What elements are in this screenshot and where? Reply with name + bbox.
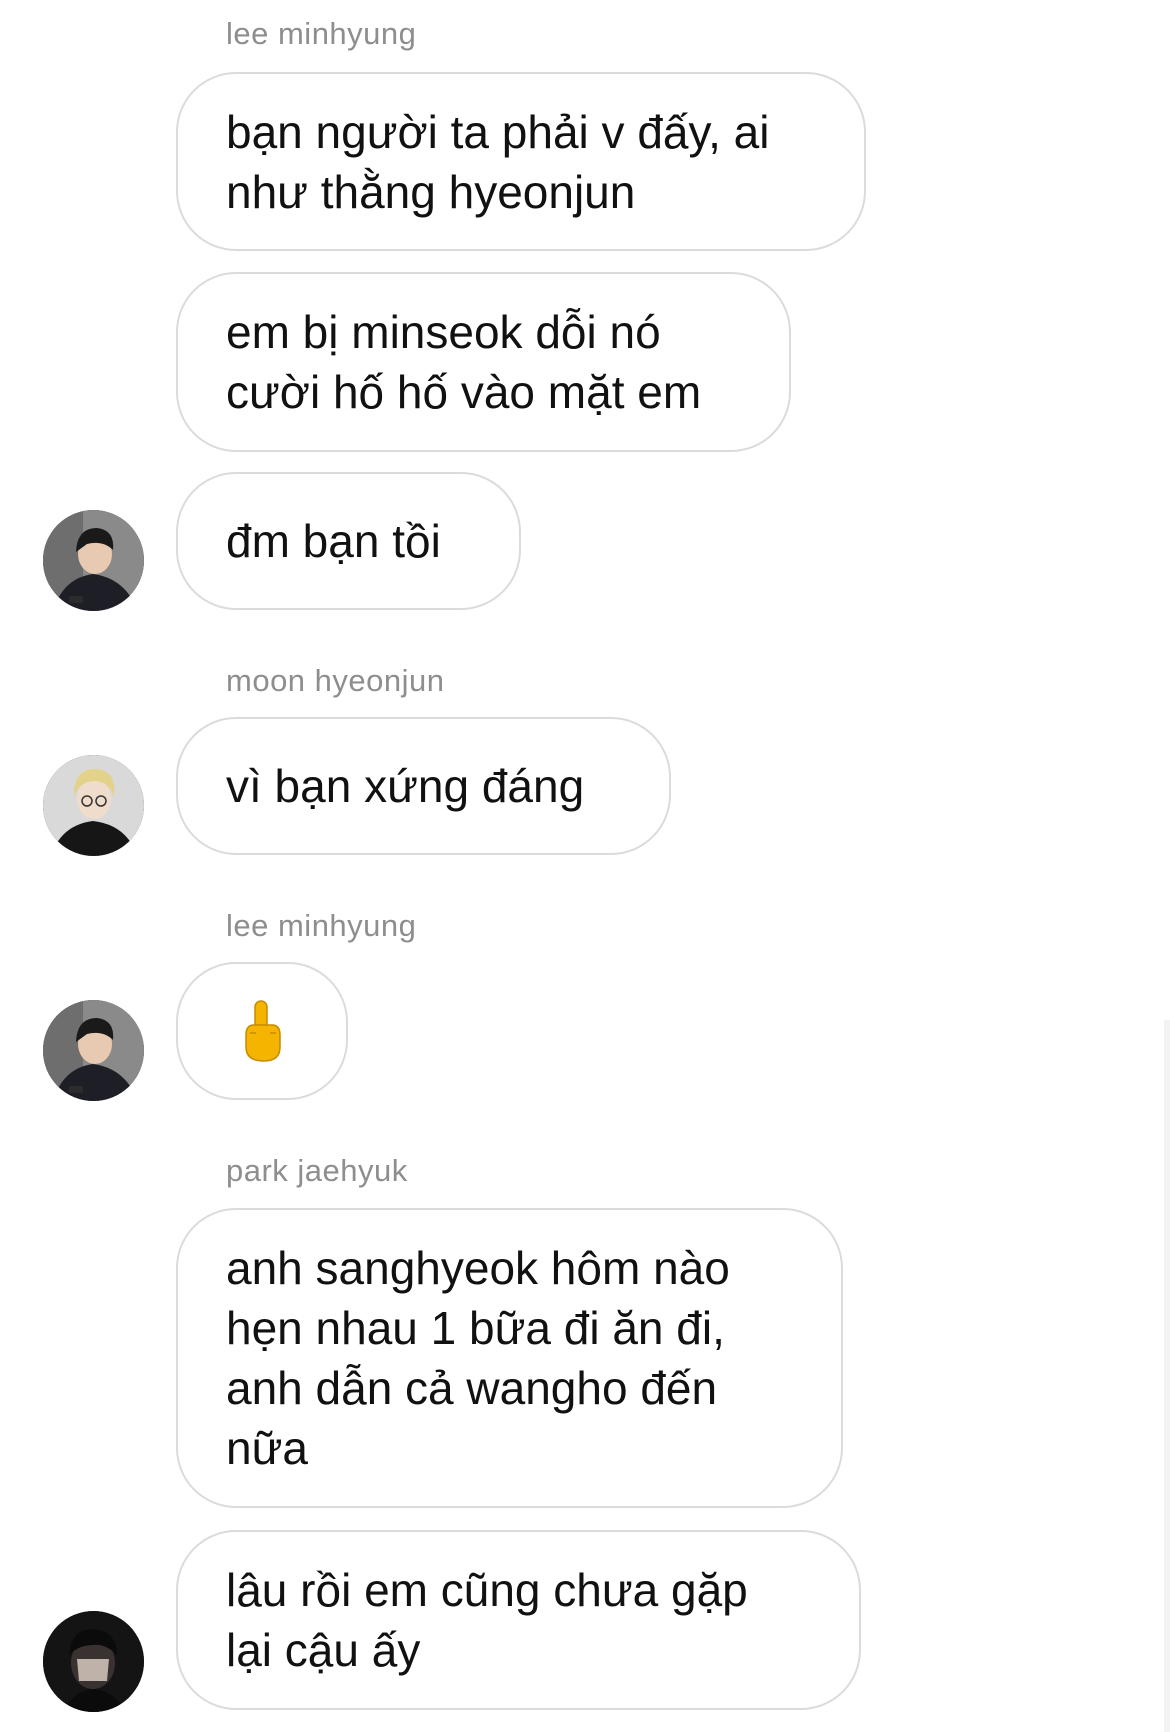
sender-name: lee minhyung [226, 16, 417, 51]
sender-name: park jaehyuk [226, 1153, 408, 1188]
message-line: em bị minseok dỗi nó [226, 306, 661, 358]
message-bubble[interactable]: lâu rồi em cũng chưa gặp lại cậu ấy [176, 1530, 861, 1710]
message-line: cười hố hố vào mặt em [226, 366, 702, 418]
message-bubble[interactable]: anh sanghyeok hôm nào hẹn nhau 1 bữa đi … [176, 1208, 843, 1508]
message-line: nữa [226, 1422, 308, 1474]
middle-finger-icon [245, 1000, 281, 1062]
message-line: như thằng hyeonjun [226, 165, 636, 218]
avatar[interactable] [43, 755, 144, 856]
message-bubble[interactable]: vì bạn xứng đáng [176, 717, 671, 855]
message-line: lại cậu ấy [226, 1624, 421, 1676]
avatar[interactable] [43, 1000, 144, 1101]
message-line: hẹn nhau 1 bữa đi ăn đi, [226, 1302, 725, 1354]
message-line: anh dẫn cả wangho đến [226, 1362, 718, 1414]
message-line: bạn người ta phải v đấy, ai [226, 105, 770, 158]
message-line: vì bạn xứng đáng [226, 760, 585, 812]
avatar-image [43, 755, 144, 856]
avatar[interactable] [43, 510, 144, 611]
sender-name: lee minhyung [226, 908, 417, 943]
avatar-image [43, 1611, 144, 1712]
avatar[interactable] [43, 1611, 144, 1712]
sender-name: moon hyeonjun [226, 663, 445, 698]
message-bubble[interactable] [176, 962, 348, 1100]
avatar-image [43, 1000, 144, 1101]
message-bubble[interactable]: bạn người ta phải v đấy, ai như thằng hy… [176, 72, 866, 251]
avatar-image [43, 510, 144, 611]
message-line: lâu rồi em cũng chưa gặp [226, 1564, 748, 1616]
message-bubble[interactable]: đm bạn tồi [176, 472, 521, 610]
message-bubble[interactable]: em bị minseok dỗi nó cười hố hố vào mặt … [176, 272, 791, 452]
scrollbar[interactable] [1164, 1020, 1170, 1732]
message-line: đm bạn tồi [226, 515, 441, 567]
message-line: anh sanghyeok hôm nào [226, 1242, 730, 1294]
